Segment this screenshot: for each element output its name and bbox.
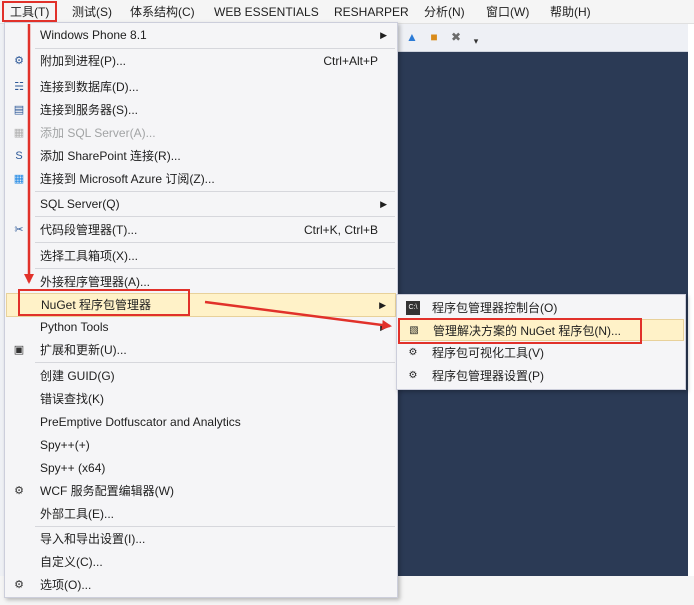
hierarchy-icon: ⚙ bbox=[408, 347, 418, 358]
menu-resharper[interactable]: RESHARPER bbox=[330, 3, 413, 21]
package-toolbar-icon[interactable]: ■ bbox=[426, 29, 442, 45]
wcf-gear-icon: ⚙ bbox=[14, 485, 24, 497]
menu-test[interactable]: 测试(S) bbox=[68, 3, 116, 21]
menu-item-label: SQL Server(Q) bbox=[40, 197, 120, 211]
menu-item-external-tools[interactable]: 外部工具(E)... bbox=[6, 503, 396, 525]
menu-separator bbox=[35, 191, 395, 192]
sharepoint-icon: S bbox=[15, 150, 23, 162]
menu-item-label: 连接到 Microsoft Azure 订阅(Z)... bbox=[40, 172, 215, 186]
menu-item-label: 扩展和更新(U)... bbox=[40, 343, 127, 357]
submenu-item-package-settings[interactable]: ⚙ 程序包管理器设置(P) bbox=[398, 365, 684, 387]
server-connect-icon: ▤ bbox=[13, 104, 25, 116]
menu-item-snippet-manager[interactable]: ✂ 代码段管理器(T)... Ctrl+K, Ctrl+B bbox=[6, 219, 396, 241]
submenu-item-package-console[interactable]: C:\ 程序包管理器控制台(O) bbox=[398, 297, 684, 319]
menu-item-label: PreEmptive Dotfuscator and Analytics bbox=[40, 415, 241, 429]
menu-item-spy[interactable]: Spy++(+) bbox=[6, 434, 396, 456]
menu-item-dotfuscator[interactable]: PreEmptive Dotfuscator and Analytics bbox=[6, 411, 396, 433]
extensions-icon: ▣ bbox=[13, 344, 25, 356]
menu-window[interactable]: 窗口(W) bbox=[482, 3, 533, 21]
submenu-item-label: 程序包可视化工具(V) bbox=[432, 346, 544, 360]
menu-item-label: Spy++ (x64) bbox=[40, 461, 106, 475]
console-icon: C:\ bbox=[406, 301, 420, 315]
menu-item-connect-server[interactable]: ▤ 连接到服务器(S)... bbox=[6, 99, 396, 121]
attach-process-icon: ⚙ bbox=[14, 55, 24, 67]
menu-item-label: 附加到进程(P)... bbox=[40, 54, 126, 68]
gear-icon: ⚙ bbox=[408, 370, 418, 381]
menu-item-label: 自定义(C)... bbox=[40, 555, 103, 569]
menu-item-connect-database[interactable]: ☵ 连接到数据库(D)... bbox=[6, 76, 396, 98]
menu-item-windows-phone[interactable]: Windows Phone 8.1 ▶ bbox=[6, 24, 396, 46]
annotation-box-manage-nuget bbox=[398, 318, 642, 344]
menu-item-spy-x64[interactable]: Spy++ (x64) bbox=[6, 457, 396, 479]
menu-item-label: 错误查找(K) bbox=[40, 392, 104, 406]
submenu-item-label: 程序包管理器设置(P) bbox=[432, 369, 544, 383]
submenu-item-label: 程序包管理器控制台(O) bbox=[432, 301, 558, 315]
submenu-arrow-icon: ▶ bbox=[380, 199, 387, 209]
menu-item-shortcut: Ctrl+Alt+P bbox=[323, 54, 378, 68]
menu-item-label: 选择工具箱项(X)... bbox=[40, 249, 138, 263]
windows-icon: ▦ bbox=[13, 173, 25, 185]
menu-item-label: 代码段管理器(T)... bbox=[40, 223, 138, 237]
sql-server-icon: ▦ bbox=[13, 127, 25, 139]
gear-icon: ⚙ bbox=[14, 579, 24, 591]
menu-item-label: 外部工具(E)... bbox=[40, 507, 114, 521]
menu-bar: 工具(T) 测试(S) 体系结构(C) WEB ESSENTIALS RESHA… bbox=[0, 0, 694, 24]
menu-item-label: 添加 SQL Server(A)... bbox=[40, 126, 156, 140]
menu-item-label: 连接到服务器(S)... bbox=[40, 103, 138, 117]
menu-item-add-sharepoint[interactable]: S 添加 SharePoint 连接(R)... bbox=[6, 145, 396, 167]
menu-web-essentials[interactable]: WEB ESSENTIALS bbox=[210, 3, 323, 21]
menu-separator bbox=[35, 48, 395, 49]
menu-item-wcf-editor[interactable]: ⚙ WCF 服务配置编辑器(W) bbox=[6, 480, 396, 502]
menu-separator bbox=[35, 268, 395, 269]
annotation-box-tools-menu bbox=[2, 1, 57, 22]
menu-item-extensions[interactable]: ▣ 扩展和更新(U)... bbox=[6, 339, 396, 361]
toolbar-overflow-icon[interactable]: ▾ bbox=[468, 33, 484, 49]
menu-item-label: 连接到数据库(D)... bbox=[40, 80, 139, 94]
menu-help[interactable]: 帮助(H) bbox=[546, 3, 595, 21]
menu-analyze[interactable]: 分析(N) bbox=[420, 3, 469, 21]
submenu-arrow-icon: ▶ bbox=[379, 300, 386, 310]
tools-toolbar-icon[interactable]: ✖ bbox=[448, 29, 464, 45]
menu-item-connect-azure[interactable]: ▦ 连接到 Microsoft Azure 订阅(Z)... bbox=[6, 168, 396, 190]
menu-item-add-sql-server: ▦ 添加 SQL Server(A)... bbox=[6, 122, 396, 144]
menu-separator bbox=[35, 526, 395, 527]
annotation-box-nuget-item bbox=[18, 289, 190, 316]
menu-item-label: Windows Phone 8.1 bbox=[40, 28, 147, 42]
menu-item-label: 添加 SharePoint 连接(R)... bbox=[40, 149, 181, 163]
menu-item-attach-process[interactable]: ⚙ 附加到进程(P)... Ctrl+Alt+P bbox=[6, 50, 396, 72]
menu-item-label: WCF 服务配置编辑器(W) bbox=[40, 484, 174, 498]
menu-item-shortcut: Ctrl+K, Ctrl+B bbox=[303, 223, 378, 237]
snippet-icon: ✂ bbox=[14, 224, 24, 236]
menu-separator bbox=[35, 216, 395, 217]
menu-item-error-lookup[interactable]: 错误查找(K) bbox=[6, 388, 396, 410]
menu-item-options[interactable]: ⚙ 选项(O)... bbox=[6, 574, 396, 596]
menu-item-label: Python Tools bbox=[40, 320, 109, 334]
menu-item-choose-toolbox[interactable]: 选择工具箱项(X)... bbox=[6, 245, 396, 267]
menu-item-python-tools[interactable]: Python Tools ▶ bbox=[6, 316, 396, 338]
submenu-arrow-icon: ▶ bbox=[380, 322, 387, 332]
menu-item-import-export[interactable]: 导入和导出设置(I)... bbox=[6, 528, 396, 550]
menu-item-label: 创建 GUID(G) bbox=[40, 369, 115, 383]
navigate-up-icon[interactable]: ▲ bbox=[404, 29, 420, 45]
submenu-item-package-visualizer[interactable]: ⚙ 程序包可视化工具(V) bbox=[398, 342, 684, 364]
menu-item-label: 导入和导出设置(I)... bbox=[40, 532, 146, 546]
menu-item-label: Spy++(+) bbox=[40, 438, 90, 452]
database-connect-icon: ☵ bbox=[14, 81, 24, 93]
menu-architecture[interactable]: 体系结构(C) bbox=[126, 3, 199, 21]
menu-item-customize[interactable]: 自定义(C)... bbox=[6, 551, 396, 573]
submenu-arrow-icon: ▶ bbox=[380, 30, 387, 40]
menu-item-label: 选项(O)... bbox=[40, 578, 92, 592]
menu-separator bbox=[35, 242, 395, 243]
menu-item-sql-server[interactable]: SQL Server(Q) ▶ bbox=[6, 193, 396, 215]
menu-item-create-guid[interactable]: 创建 GUID(G) bbox=[6, 365, 396, 387]
menu-separator bbox=[35, 362, 395, 363]
